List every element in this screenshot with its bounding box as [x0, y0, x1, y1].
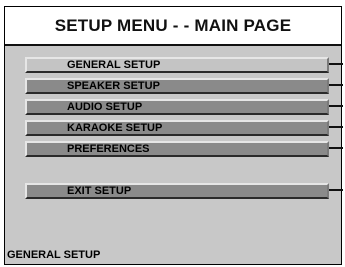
menu-pointer-line [329, 147, 343, 149]
menu-pointer-line [329, 189, 343, 191]
menu-pointer-line [329, 126, 343, 128]
menu-item-speaker-setup[interactable]: SPEAKER SETUP [25, 78, 329, 94]
menu-item-preferences[interactable]: PREFERENCES [25, 141, 329, 157]
menu-pointer-line [329, 105, 343, 107]
menu-item-karaoke-setup[interactable]: KARAOKE SETUP [25, 120, 329, 136]
menu-pointer-line [329, 63, 343, 65]
menu-item-audio-setup[interactable]: AUDIO SETUP [25, 99, 329, 115]
setup-menu-window: SETUP MENU - - MAIN PAGE GENERAL SETUP S… [4, 6, 343, 265]
menu-title: SETUP MENU - - MAIN PAGE [5, 7, 341, 46]
menu-pointer-line [329, 84, 343, 86]
status-text: GENERAL SETUP [7, 249, 101, 261]
exit-setup-button[interactable]: EXIT SETUP [25, 183, 329, 199]
menu-item-general-setup[interactable]: GENERAL SETUP [25, 57, 329, 73]
